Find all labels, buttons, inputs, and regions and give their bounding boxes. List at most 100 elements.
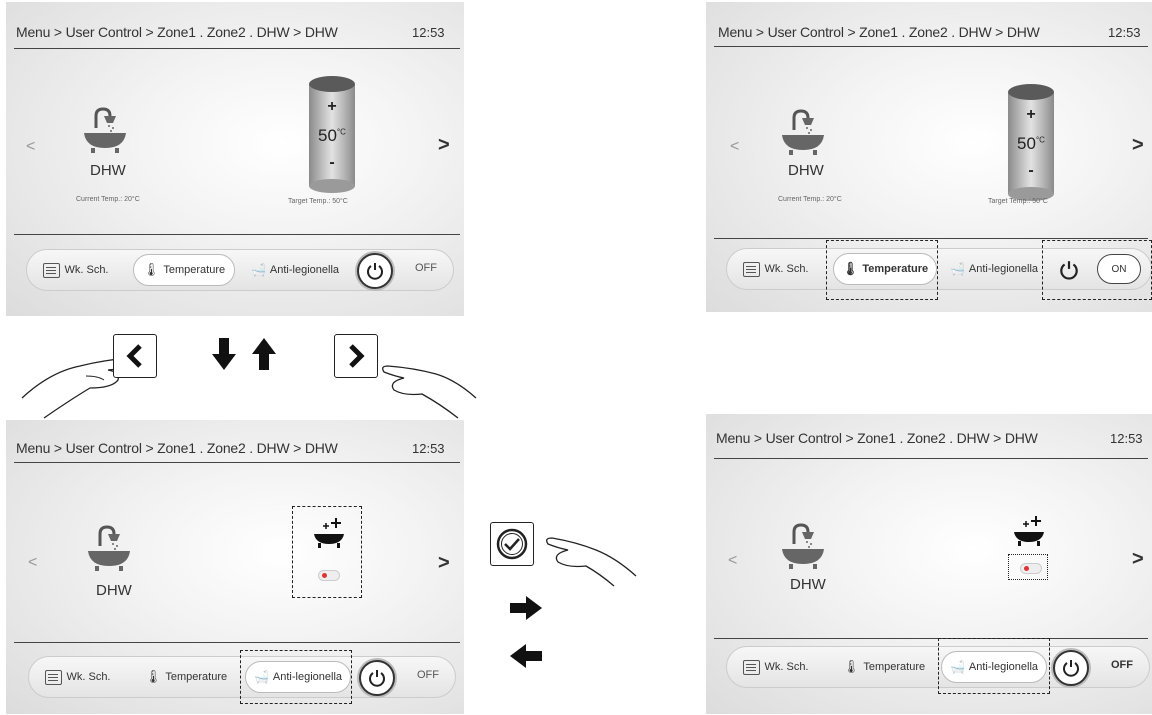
footer-divider: [714, 238, 1148, 239]
current-temp-text: Current Temp.: 20°C: [778, 196, 842, 203]
tab-temperature[interactable]: 🌡 Temperature: [833, 651, 935, 683]
current-temp-text: Current Temp.: 20°C: [76, 196, 140, 203]
highlight-toggle: [1008, 554, 1048, 580]
tab-label: Wk. Sch.: [764, 661, 809, 673]
tab-label: Wk. Sch.: [64, 264, 109, 276]
power-state-label: OFF: [415, 262, 437, 274]
temp-increase-button[interactable]: +: [1008, 106, 1054, 124]
prev-arrow[interactable]: <: [28, 554, 37, 572]
bathtub-sparkle-icon: 🛁: [949, 262, 965, 276]
shower-bathtub-icon: [782, 109, 824, 155]
footer-divider: [714, 638, 1148, 639]
prev-arrow[interactable]: <: [728, 552, 737, 570]
chevron-left-icon: [126, 344, 142, 368]
schedule-list-icon: [743, 261, 761, 277]
prev-key[interactable]: [113, 334, 157, 378]
tank-base: [309, 179, 355, 193]
tab-anti-legionella[interactable]: 🛁 Anti-legionella: [241, 254, 349, 286]
thermometer-icon: 🌡: [144, 669, 162, 684]
breadcrumb: Menu > User Control > Zone1 . Zone2 . DH…: [16, 440, 338, 456]
dhw-screen-anti-legionella: Menu > User Control > Zone1 . Zone2 . DH…: [6, 420, 464, 714]
tab-label: Temperature: [863, 661, 926, 673]
shower-bathtub-icon: [88, 525, 130, 571]
tab-week-schedule[interactable]: Wk. Sch.: [37, 661, 119, 693]
tab-temperature[interactable]: 🌡 Temperature: [135, 661, 237, 693]
breadcrumb: Menu > User Control > Zone1 . Zone2 . DH…: [716, 430, 1038, 446]
pointing-hand-icon: [382, 365, 477, 419]
footer-divider: [14, 642, 460, 643]
tank-cap: [309, 76, 355, 92]
power-icon: [369, 670, 385, 687]
target-temp-tank[interactable]: + 50°C -: [1008, 84, 1054, 201]
power-state-label: OFF: [1111, 659, 1133, 671]
next-arrow[interactable]: >: [438, 552, 450, 575]
highlight-temperature-tab: [826, 240, 938, 300]
tab-label: Temperature: [163, 264, 226, 276]
right-arrow-icon: [510, 596, 542, 620]
power-icon: [1063, 660, 1079, 677]
clock: 12:53: [1110, 431, 1143, 446]
highlight-anti-legionella-area: [292, 506, 362, 598]
next-arrow[interactable]: >: [1132, 548, 1144, 571]
dhw-label: DHW: [790, 576, 826, 593]
schedule-list-icon: [45, 669, 63, 685]
dhw-label: DHW: [90, 162, 126, 179]
dhw-label: DHW: [96, 582, 132, 599]
header-divider: [14, 462, 460, 463]
prev-arrow[interactable]: <: [730, 138, 739, 156]
bathtub-sparkle-icon: [1014, 516, 1044, 546]
breadcrumb: Menu > User Control > Zone1 . Zone2 . DH…: [718, 24, 1040, 40]
tab-temperature[interactable]: 🌡 Temperature: [133, 254, 235, 286]
left-arrow-icon: [510, 644, 542, 668]
header-divider: [714, 46, 1148, 47]
power-icon: [367, 263, 383, 280]
down-arrow-icon: [212, 336, 236, 377]
header-divider: [714, 458, 1148, 459]
tab-anti-legionella[interactable]: 🛁 Anti-legionella: [941, 253, 1047, 285]
target-temp-value: 50°C: [1017, 134, 1045, 153]
tab-label: Wk. Sch.: [66, 671, 111, 683]
clock: 12:53: [412, 25, 445, 40]
target-temp-value: 50°C: [318, 126, 346, 145]
highlight-anti-legionella-tab: [240, 650, 352, 704]
tank-cap: [1008, 84, 1054, 100]
tab-label: Anti-legionella: [968, 263, 1039, 275]
tab-label: Anti-legionella: [269, 264, 340, 276]
dhw-screen-on: Menu > User Control > Zone1 . Zone2 . DH…: [706, 2, 1152, 312]
tab-label: Temperature: [165, 671, 228, 683]
pointing-hand-icon: [546, 537, 637, 587]
power-button[interactable]: [359, 660, 395, 696]
power-state-label: OFF: [417, 669, 439, 681]
breadcrumb: Menu > User Control > Zone1 . Zone2 . DH…: [16, 24, 338, 40]
dhw-screen-off: Menu > User Control > Zone1 . Zone2 . DH…: [6, 2, 464, 316]
clock: 12:53: [412, 441, 445, 456]
tab-label: Wk. Sch.: [764, 263, 809, 275]
footer-divider: [14, 234, 460, 235]
temp-decrease-button[interactable]: -: [309, 154, 355, 172]
temp-increase-button[interactable]: +: [309, 98, 355, 116]
temp-decrease-button[interactable]: -: [1008, 162, 1054, 180]
dhw-label: DHW: [788, 162, 824, 179]
prev-arrow[interactable]: <: [26, 138, 35, 156]
shower-bathtub-icon: [782, 523, 824, 569]
target-temp-tank[interactable]: + 50°C -: [309, 76, 355, 193]
bathtub-sparkle-icon: 🛁: [250, 263, 266, 277]
highlight-power-toggle: [1042, 240, 1152, 300]
schedule-list-icon: [43, 262, 61, 278]
power-button[interactable]: [357, 253, 393, 289]
thermometer-icon: 🌡: [842, 659, 860, 674]
bottom-tab-bar: Wk. Sch. 🌡 Temperature 🛁 Anti-legionella…: [26, 249, 454, 291]
target-temp-text: Target Temp.: 50°C: [988, 198, 1048, 205]
tab-week-schedule[interactable]: Wk. Sch.: [735, 651, 817, 683]
target-temp-text: Target Temp.: 50°C: [288, 198, 348, 205]
thermometer-icon: 🌡: [142, 262, 160, 277]
schedule-list-icon: [743, 659, 761, 675]
highlight-anti-legionella-tab: [938, 638, 1050, 694]
dhw-screen-anti-legionella-on: Menu > User Control > Zone1 . Zone2 . DH…: [706, 414, 1152, 714]
tab-week-schedule[interactable]: Wk. Sch.: [35, 254, 117, 286]
next-arrow[interactable]: >: [1132, 134, 1144, 157]
up-arrow-icon: [252, 336, 276, 377]
power-button[interactable]: [1053, 650, 1089, 686]
next-arrow[interactable]: >: [438, 134, 450, 157]
tab-week-schedule[interactable]: Wk. Sch.: [735, 253, 817, 285]
